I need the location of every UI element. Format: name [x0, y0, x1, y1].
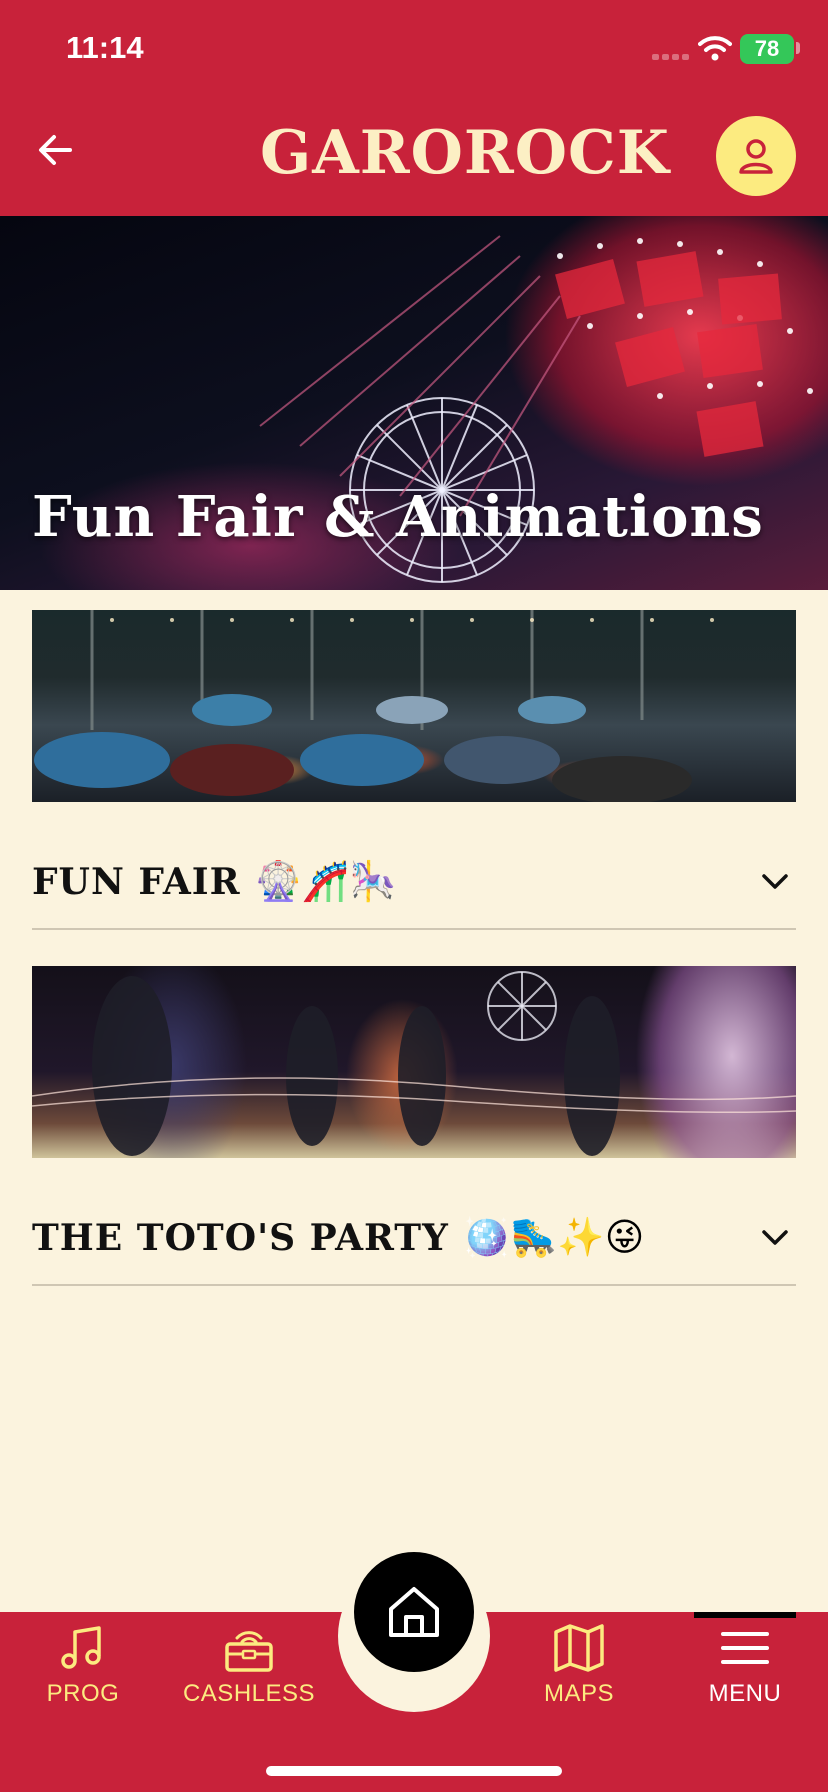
hamburger-icon	[721, 1632, 769, 1664]
battery-level: 78	[754, 36, 780, 61]
battery-indicator: 78	[740, 34, 794, 64]
status-time: 11:14	[66, 30, 144, 65]
map-icon	[554, 1624, 604, 1672]
roller-disco-illustration	[32, 971, 796, 1156]
cellular-signal-icon	[652, 54, 689, 60]
section-title: FUN FAIR	[32, 860, 241, 903]
active-tab-indicator	[694, 1612, 796, 1618]
nav-label: PROG	[46, 1680, 120, 1707]
chevron-down-icon[interactable]	[758, 1220, 792, 1254]
section-emoji: 🪩🛼✨😜	[462, 1214, 645, 1259]
nav-prog[interactable]: PROG	[8, 1622, 158, 1722]
nav-maps[interactable]: MAPS	[504, 1622, 654, 1722]
home-button[interactable]	[354, 1552, 474, 1672]
arrow-left-icon[interactable]	[34, 128, 78, 172]
accordion-totos-party[interactable]: THE TOTO'S PARTY 🪩🛼✨😜	[32, 1190, 796, 1286]
nav-label: CASHLESS	[182, 1680, 316, 1707]
home-indicator[interactable]	[266, 1766, 562, 1776]
nav-label: MENU	[708, 1680, 782, 1707]
bumper-cars-illustration	[34, 610, 714, 802]
profile-button[interactable]	[716, 116, 796, 196]
wallet-icon	[225, 1631, 273, 1672]
wifi-icon	[698, 36, 732, 61]
home-icon	[389, 1587, 439, 1637]
page-title: Fun Fair & Animations	[32, 484, 764, 550]
section-title: THE TOTO'S PARTY	[32, 1216, 449, 1259]
nav-label: MAPS	[543, 1680, 614, 1707]
user-icon	[739, 139, 773, 174]
garorock-logo: GAROROCK	[260, 118, 670, 188]
nav-menu[interactable]: MENU	[670, 1622, 820, 1722]
accordion-fun-fair[interactable]: FUN FAIR 🎡🎢🎠	[32, 834, 796, 930]
section-emoji: 🎡🎢🎠	[254, 858, 397, 903]
music-note-icon	[61, 1626, 101, 1669]
nav-cashless[interactable]: CASHLESS	[174, 1622, 324, 1722]
chevron-down-icon[interactable]	[758, 864, 792, 898]
hero-banner: Fun Fair & Animations	[0, 216, 828, 590]
totos-party-image	[32, 966, 796, 1158]
battery-tip	[796, 42, 800, 54]
fun-fair-image	[32, 610, 796, 802]
